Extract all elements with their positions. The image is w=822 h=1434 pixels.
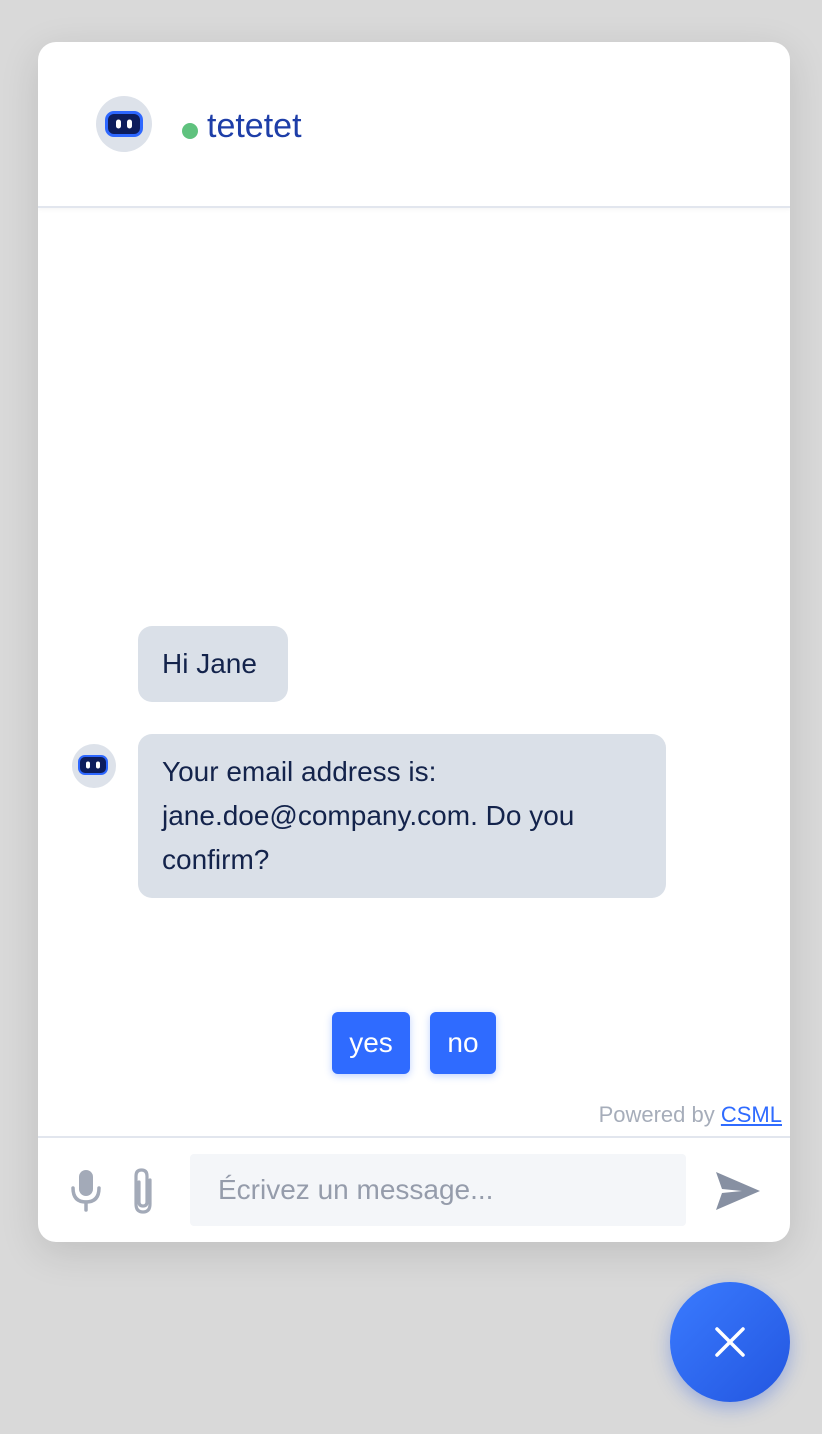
online-status-dot <box>182 123 198 139</box>
csml-link[interactable]: CSML <box>721 1102 782 1127</box>
robot-icon <box>78 755 108 775</box>
bot-message: Your email address is: jane.doe@company.… <box>138 734 666 898</box>
chat-window: tetetet Hi Jane Your email address is: j… <box>38 42 790 1242</box>
chat-header: tetetet <box>38 42 790 208</box>
send-icon[interactable] <box>714 1168 762 1214</box>
quick-reply-no-button[interactable]: no <box>430 1012 496 1074</box>
bot-name: tetetet <box>207 107 302 145</box>
powered-by: Powered by CSML <box>599 1102 782 1128</box>
powered-by-text: Powered by <box>598 1102 721 1127</box>
message-input[interactable] <box>190 1154 686 1226</box>
chat-launcher-button[interactable] <box>670 1282 790 1402</box>
bot-avatar <box>96 96 152 152</box>
composer <box>38 1136 790 1242</box>
paperclip-icon[interactable] <box>126 1166 160 1216</box>
robot-icon <box>105 111 143 137</box>
message-bot-avatar <box>72 744 116 788</box>
quick-reply-yes-button[interactable]: yes <box>332 1012 410 1074</box>
microphone-icon[interactable] <box>68 1168 104 1212</box>
close-icon <box>715 1327 745 1357</box>
bot-message: Hi Jane <box>138 626 288 702</box>
